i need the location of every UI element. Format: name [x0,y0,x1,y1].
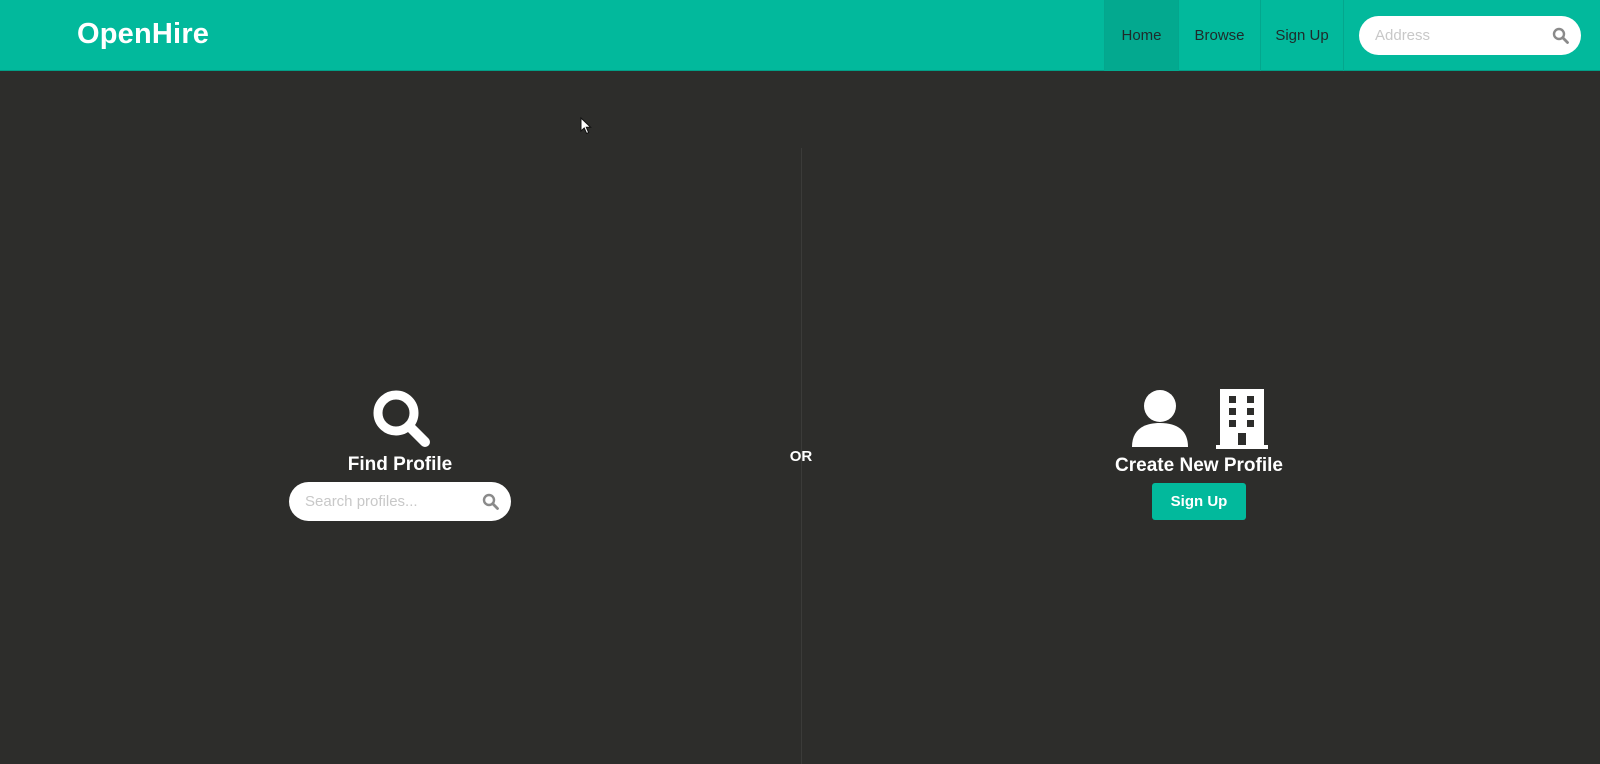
profile-search-box [289,482,511,521]
nav-home-link[interactable]: Home [1104,0,1178,71]
navbar: OpenHire Home Browse Sign Up [0,0,1600,71]
brand-logo[interactable]: OpenHire [77,18,209,51]
address-search-input[interactable] [1375,16,1545,55]
or-label: OR [789,448,813,465]
search-icon[interactable] [1552,27,1569,44]
person-icon [1132,390,1188,447]
nav-browse-link[interactable]: Browse [1178,0,1260,71]
search-icon [373,390,430,447]
nav-signup-link[interactable]: Sign Up [1260,0,1344,71]
signup-button[interactable]: Sign Up [1152,483,1246,520]
address-search-box [1359,16,1581,55]
nav-links: Home Browse Sign Up [1104,0,1344,71]
profile-search-input[interactable] [305,482,475,521]
building-icon [1216,389,1268,449]
search-icon[interactable] [482,493,499,510]
mouse-cursor-icon [580,117,592,135]
find-profile-title: Find Profile [347,454,453,475]
create-profile-title: Create New Profile [1115,455,1283,476]
